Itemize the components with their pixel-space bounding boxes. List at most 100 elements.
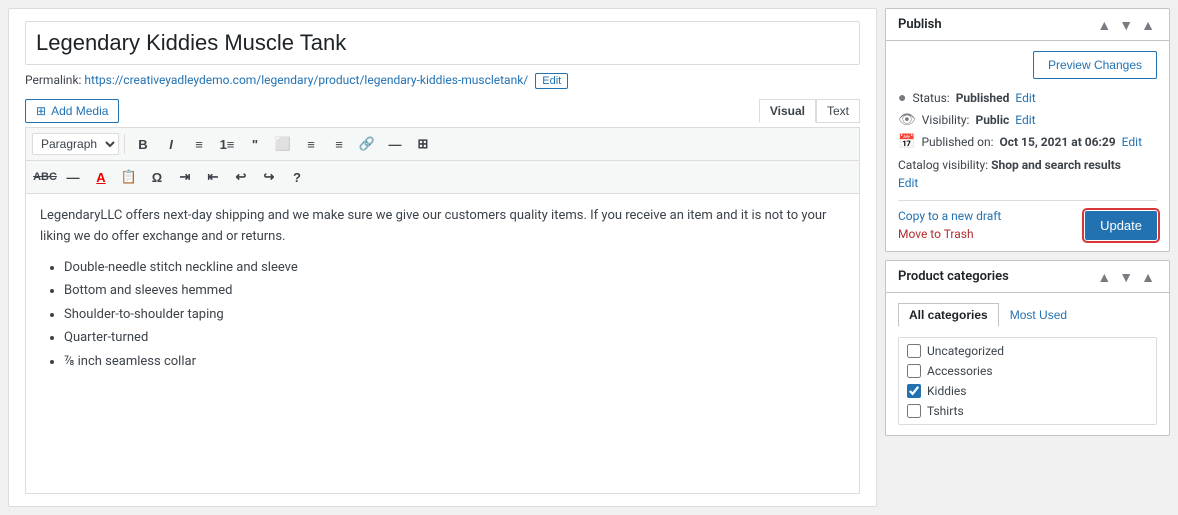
strikethrough-button[interactable]: ABC xyxy=(32,165,58,189)
outdent-button[interactable]: ⇤ xyxy=(200,165,226,189)
visibility-icon: 👁 xyxy=(898,112,916,128)
status-row: ● Status: Published Edit xyxy=(898,89,1157,106)
calendar-icon: 📅 xyxy=(898,134,915,150)
published-on-row: 📅 Published on: Oct 15, 2021 at 06:29 Ed… xyxy=(898,134,1157,150)
list-item: Bottom and sleeves hemmed xyxy=(64,281,845,301)
cat-checkbox[interactable] xyxy=(907,384,921,398)
post-title-input[interactable] xyxy=(25,21,860,65)
publish-close-button[interactable]: ▲ xyxy=(1139,18,1157,32)
permalink-url[interactable]: https://creativeyadleydemo.com/legendary… xyxy=(84,73,528,87)
list-item: ⅞ inch seamless collar xyxy=(64,352,845,372)
catalog-label: Catalog visibility: xyxy=(898,158,988,172)
unordered-list-button[interactable]: ≡ xyxy=(186,132,212,156)
redo-button[interactable]: ↪ xyxy=(256,165,282,189)
move-to-trash-link[interactable]: Move to Trash xyxy=(898,227,1001,241)
cat-checkbox[interactable] xyxy=(907,364,921,378)
list-item: Quarter-turned xyxy=(64,328,845,348)
cat-label: Tshirts xyxy=(927,404,964,418)
custom-chars-button[interactable]: Ω xyxy=(144,165,170,189)
status-icon: ● xyxy=(898,89,906,106)
paste-text-button[interactable]: 📋 xyxy=(116,165,142,189)
editor-bullet-list: Double-needle stitch neckline and sleeve… xyxy=(64,258,845,372)
visibility-value: Public xyxy=(975,113,1009,127)
help-button[interactable]: ? xyxy=(284,165,310,189)
cat-item: Kiddies xyxy=(907,384,1148,398)
publish-actions: Copy to a new draft Move to Trash Update xyxy=(898,200,1157,241)
add-media-label: Add Media xyxy=(51,104,108,118)
list-item: Shoulder-to-shoulder taping xyxy=(64,305,845,325)
publish-metabox: Publish ▲ ▼ ▲ Preview Changes ● Status: … xyxy=(885,8,1170,252)
categories-collapse-up[interactable]: ▲ xyxy=(1095,270,1113,284)
cat-checkbox[interactable] xyxy=(907,344,921,358)
categories-metabox-header: Product categories ▲ ▼ ▲ xyxy=(886,261,1169,293)
tab-most-used[interactable]: Most Used xyxy=(999,303,1078,327)
italic-button[interactable]: I xyxy=(158,132,184,156)
toolbar-sep-1 xyxy=(124,134,125,154)
categories-metabox-controls: ▲ ▼ ▲ xyxy=(1095,270,1157,284)
add-media-button[interactable]: ⊞ Add Media xyxy=(25,99,119,123)
insert-more-button[interactable]: — xyxy=(382,132,408,156)
editor-toolbar-top: ⊞ Add Media Visual Text xyxy=(25,99,860,123)
editor-area[interactable]: LegendaryLLC offers next-day shipping an… xyxy=(25,193,860,494)
bold-button[interactable]: B xyxy=(130,132,156,156)
fullscreen-button[interactable]: ⊞ xyxy=(410,132,436,156)
catalog-value: Shop and search results xyxy=(991,158,1121,172)
permalink-row: Permalink: https://creativeyadleydemo.co… xyxy=(25,73,860,89)
visibility-edit-link[interactable]: Edit xyxy=(1015,113,1035,127)
catalog-edit-link[interactable]: Edit xyxy=(898,176,918,190)
publish-metabox-header: Publish ▲ ▼ ▲ xyxy=(886,9,1169,41)
editor-body-text: LegendaryLLC offers next-day shipping an… xyxy=(40,206,845,248)
preview-changes-button[interactable]: Preview Changes xyxy=(1033,51,1157,79)
sidebar: Publish ▲ ▼ ▲ Preview Changes ● Status: … xyxy=(885,8,1170,507)
cat-item: Accessories xyxy=(907,364,1148,378)
cat-label: Kiddies xyxy=(927,384,966,398)
visibility-row: 👁 Visibility: Public Edit xyxy=(898,112,1157,128)
indent-button[interactable]: ⇥ xyxy=(172,165,198,189)
status-edit-link[interactable]: Edit xyxy=(1015,91,1035,105)
ordered-list-button[interactable]: 1≡ xyxy=(214,132,240,156)
publish-metabox-controls: ▲ ▼ ▲ xyxy=(1095,18,1157,32)
horizontal-rule-button[interactable]: — xyxy=(60,165,86,189)
categories-close[interactable]: ▲ xyxy=(1139,270,1157,284)
tab-visual[interactable]: Visual xyxy=(759,99,816,123)
category-tabs: All categories Most Used xyxy=(898,303,1157,327)
publish-links: Copy to a new draft Move to Trash xyxy=(898,209,1001,241)
product-categories-metabox: Product categories ▲ ▼ ▲ All categories … xyxy=(885,260,1170,436)
cat-item: Uncategorized xyxy=(907,344,1148,358)
copy-draft-link[interactable]: Copy to a new draft xyxy=(898,209,1001,223)
category-list: Uncategorized Accessories Kiddies Tshirts xyxy=(898,337,1157,425)
published-edit-link[interactable]: Edit xyxy=(1122,135,1142,149)
publish-collapse-up-button[interactable]: ▲ xyxy=(1095,18,1113,32)
blockquote-button[interactable]: " xyxy=(242,132,268,156)
categories-collapse-down[interactable]: ▼ xyxy=(1117,270,1135,284)
publish-collapse-down-button[interactable]: ▼ xyxy=(1117,18,1135,32)
editor-tabs: Visual Text xyxy=(759,99,860,123)
cat-item: Tshirts xyxy=(907,404,1148,418)
tab-text[interactable]: Text xyxy=(816,99,860,123)
cat-checkbox[interactable] xyxy=(907,404,921,418)
paragraph-select[interactable]: Paragraph xyxy=(32,133,119,155)
link-button[interactable]: 🔗 xyxy=(354,132,380,156)
editor-main: Permalink: https://creativeyadleydemo.co… xyxy=(8,8,877,507)
publish-metabox-title: Publish xyxy=(898,17,942,32)
toolbar-row-1: Paragraph B I ≡ 1≡ " ⬜ ≡ ≡ 🔗 — ⊞ xyxy=(25,127,860,160)
publish-metabox-body: Preview Changes ● Status: Published Edit… xyxy=(886,41,1169,251)
media-icon: ⊞ xyxy=(36,104,46,118)
tab-all-categories[interactable]: All categories xyxy=(898,303,999,327)
toolbar-row-2: ABC — A 📋 Ω ⇥ ⇤ ↩ ↪ ? xyxy=(25,160,860,193)
permalink-edit-button[interactable]: Edit xyxy=(535,73,568,89)
published-value: Oct 15, 2021 at 06:29 xyxy=(999,135,1115,149)
align-left-button[interactable]: ⬜ xyxy=(270,132,296,156)
undo-button[interactable]: ↩ xyxy=(228,165,254,189)
list-item: Double-needle stitch neckline and sleeve xyxy=(64,258,845,278)
update-button[interactable]: Update xyxy=(1085,211,1157,240)
categories-metabox-body: All categories Most Used Uncategorized Ac… xyxy=(886,293,1169,435)
font-color-button[interactable]: A xyxy=(88,165,114,189)
status-label: Status: xyxy=(912,91,949,105)
permalink-label: Permalink: xyxy=(25,73,81,87)
align-right-button[interactable]: ≡ xyxy=(326,132,352,156)
catalog-row: Catalog visibility: Shop and search resu… xyxy=(898,156,1157,192)
cat-label: Uncategorized xyxy=(927,344,1004,358)
published-label: Published on: xyxy=(921,135,993,149)
align-center-button[interactable]: ≡ xyxy=(298,132,324,156)
